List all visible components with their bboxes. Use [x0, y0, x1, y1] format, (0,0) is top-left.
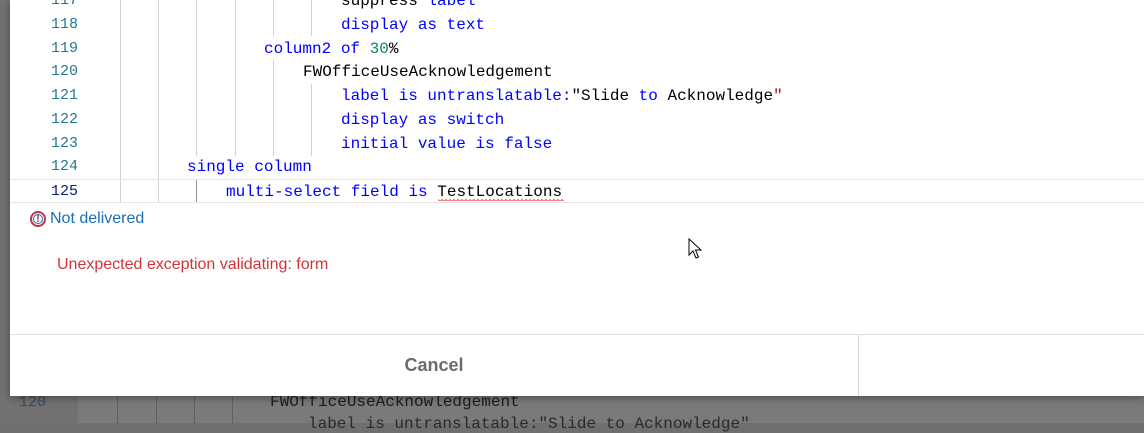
background-indent-guide [156, 395, 157, 423]
code-text: column2 of 30% [264, 40, 399, 58]
confirm-button[interactable] [859, 335, 1144, 396]
code-line: 122 display as switch [10, 108, 1144, 132]
background-line-number: 120 [18, 394, 46, 411]
background-code-line-partial: label is untranslatable:"Slide to Acknow… [308, 415, 750, 433]
code-line: 118 display as text [10, 13, 1144, 37]
code-line: 117 suppress label [10, 0, 1144, 13]
line-number: 123 [50, 135, 78, 152]
error-message: Unexpected exception validating: form [57, 256, 329, 273]
dialog-footer: Cancel [10, 334, 1144, 396]
line-number: 117 [50, 0, 78, 9]
delivery-status[interactable]: ! Not delivered [30, 210, 144, 228]
line-number: 122 [50, 111, 78, 128]
code-line: 121 label is untranslatable:"Slide to Ac… [10, 84, 1144, 108]
code-line: 120 FWOfficeUseAcknowledgement [10, 60, 1144, 84]
cancel-button[interactable]: Cancel [10, 335, 858, 396]
code-line: 119 column2 of 30% [10, 37, 1144, 61]
line-number: 120 [50, 63, 78, 80]
code-text: label is untranslatable:"Slide to Acknow… [341, 87, 783, 105]
code-text: FWOfficeUseAcknowledgement [303, 63, 553, 81]
code-preview[interactable]: 117 suppress label 118 display as text 1… [10, 0, 1144, 203]
line-number: 118 [50, 16, 78, 33]
code-text: suppress label [341, 0, 476, 10]
code-text: single column [187, 158, 312, 176]
background-indent-guide [232, 395, 233, 423]
line-number: 121 [50, 87, 78, 104]
background-indent-guide [194, 395, 195, 423]
mouse-pointer-icon [688, 238, 702, 259]
code-line: 124 single column [10, 155, 1144, 179]
line-number: 125 [50, 183, 78, 200]
status-label: Not delivered [50, 210, 145, 227]
error-squiggle [438, 199, 564, 203]
code-text: display as switch [341, 111, 505, 129]
delivery-dialog: 117 suppress label 118 display as text 1… [10, 0, 1144, 396]
code-line-current: 125 multi-select field is TestLocations [10, 179, 1144, 203]
code-line: 123 initial value is false [10, 132, 1144, 156]
background-indent-guide [117, 395, 118, 423]
error-circle-icon: ! [30, 211, 46, 227]
line-number: 119 [50, 40, 78, 57]
code-text: display as text [341, 16, 486, 34]
line-number: 124 [50, 158, 78, 175]
code-text: initial value is false [341, 135, 553, 153]
